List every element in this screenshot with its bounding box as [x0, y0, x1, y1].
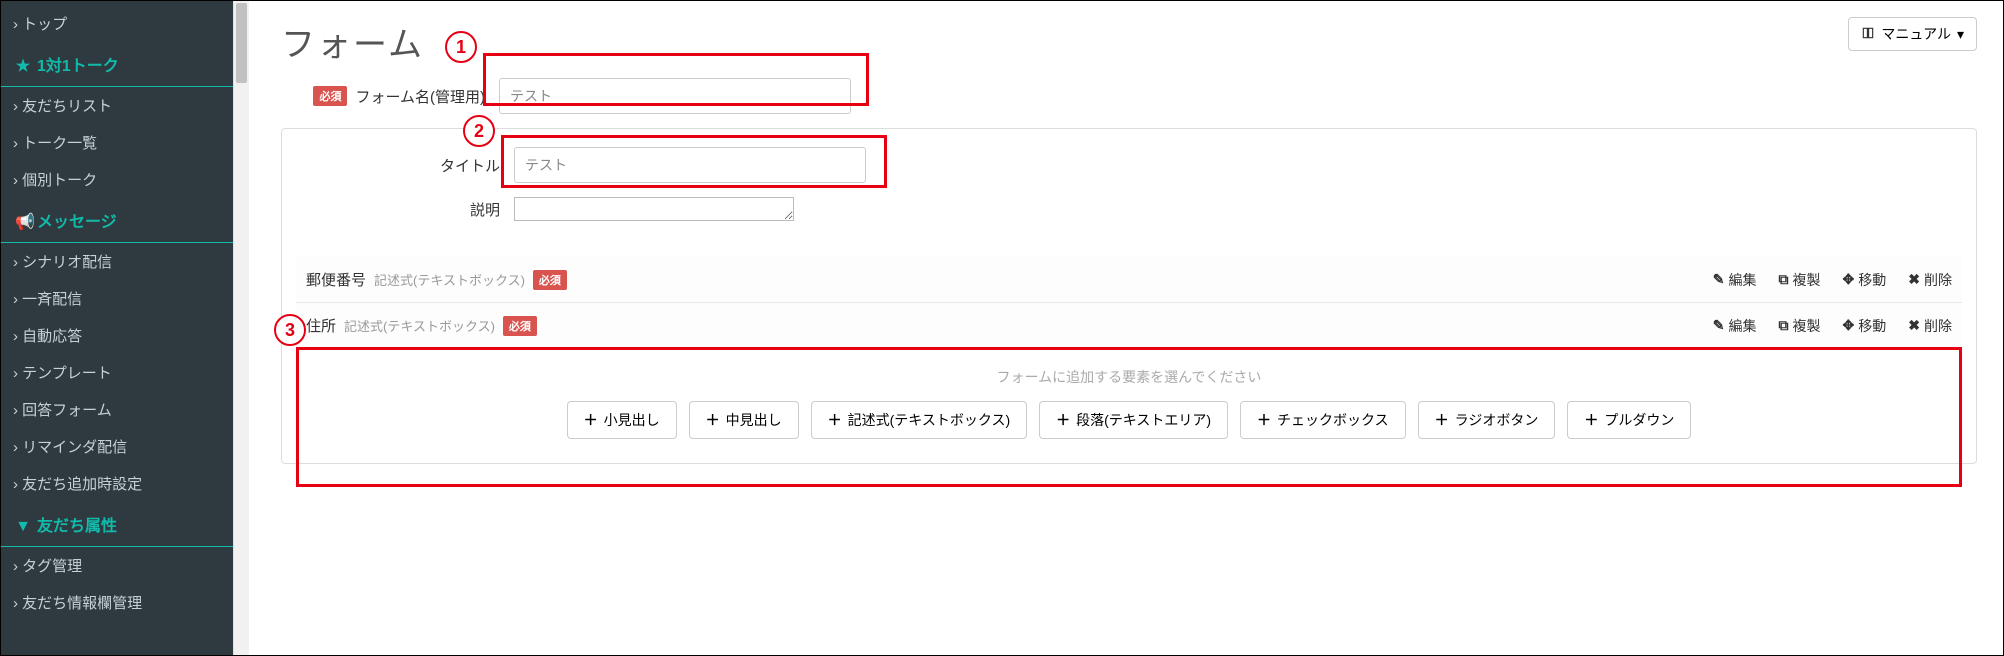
- copy-button[interactable]: ⧉複製: [1779, 316, 1821, 336]
- pencil-icon: ✎: [1713, 271, 1725, 288]
- form-name-label: フォーム名(管理用): [355, 86, 485, 107]
- move-label: 移動: [1858, 270, 1886, 290]
- sidebar-group-label: メッセージ: [37, 214, 117, 231]
- sidebar-item-autoreply[interactable]: 自動応答: [1, 317, 233, 354]
- edit-label: 編集: [1729, 316, 1757, 336]
- edit-label: 編集: [1729, 270, 1757, 290]
- scrollbar-thumb[interactable]: [236, 3, 247, 83]
- plus-icon: ＋: [706, 410, 720, 430]
- sidebar-group-label: 友だち属性: [37, 518, 117, 535]
- sidebar-item-answerform[interactable]: 回答フォーム: [1, 391, 233, 428]
- delete-label: 削除: [1924, 270, 1952, 290]
- plus-icon: ＋: [1435, 410, 1449, 430]
- sidebar-item-friendlist[interactable]: 友だちリスト: [1, 87, 233, 124]
- delete-button[interactable]: ✖削除: [1908, 270, 1952, 290]
- filter-icon: ▼: [15, 518, 31, 536]
- copy-label: 複製: [1793, 316, 1821, 336]
- move-button[interactable]: ✥移動: [1843, 270, 1887, 290]
- title-label: タイトル: [440, 155, 500, 176]
- add-element-section: フォームに追加する要素を選んでください ＋ 小見出し ＋ 中見出し ＋ 記述式(テキス…: [296, 349, 1962, 449]
- add-midheading-button[interactable]: ＋ 中見出し: [689, 401, 799, 439]
- add-subheading-button[interactable]: ＋ 小見出し: [567, 401, 677, 439]
- plus-icon: ＋: [584, 410, 598, 430]
- manual-label: マニュアル: [1881, 24, 1951, 44]
- title-input[interactable]: [514, 147, 866, 183]
- move-button[interactable]: ✥移動: [1843, 316, 1887, 336]
- required-badge: 必須: [503, 316, 537, 336]
- add-btn-label: チェックボックス: [1277, 410, 1389, 430]
- caret-down-icon: ▾: [1957, 26, 1964, 43]
- description-input[interactable]: [514, 197, 794, 221]
- plus-icon: ＋: [828, 410, 842, 430]
- add-radio-button[interactable]: ＋ ラジオボタン: [1418, 401, 1556, 439]
- add-textbox-button[interactable]: ＋ 記述式(テキストボックス): [811, 401, 1027, 439]
- sidebar-item-individual[interactable]: 個別トーク: [1, 161, 233, 198]
- field-title: 住所: [306, 315, 336, 336]
- page-title: フォーム: [281, 17, 1977, 66]
- edit-button[interactable]: ✎編集: [1713, 316, 1757, 336]
- move-label: 移動: [1858, 316, 1886, 336]
- copy-icon: ⧉: [1779, 317, 1789, 334]
- sidebar: トップ ★ 1対1トーク 友だちリスト トーク一覧 個別トーク 📢 メッセージ シナ…: [1, 1, 233, 655]
- edit-button[interactable]: ✎編集: [1713, 270, 1757, 290]
- sidebar-group-label: 1対1トーク: [37, 58, 119, 75]
- plus-icon: ＋: [1584, 410, 1598, 430]
- field-subtype: 記述式(テキストボックス): [344, 316, 495, 335]
- sidebar-item-scenario[interactable]: シナリオ配信: [1, 243, 233, 280]
- add-btn-label: ラジオボタン: [1455, 410, 1539, 430]
- copy-button[interactable]: ⧉複製: [1779, 270, 1821, 290]
- form-name-input[interactable]: [499, 78, 851, 114]
- plus-icon: ＋: [1257, 410, 1271, 430]
- delete-label: 削除: [1924, 316, 1952, 336]
- plus-icon: ＋: [1056, 410, 1070, 430]
- move-icon: ✥: [1843, 271, 1855, 288]
- sidebar-item-reminder[interactable]: リマインダ配信: [1, 428, 233, 465]
- sidebar-group-message[interactable]: 📢 メッセージ: [1, 198, 233, 243]
- required-badge: 必須: [313, 86, 347, 106]
- sidebar-item-template[interactable]: テンプレート: [1, 354, 233, 391]
- add-btn-label: 記述式(テキストボックス): [848, 410, 1010, 430]
- sidebar-item-broadcast[interactable]: 一斉配信: [1, 280, 233, 317]
- sidebar-group-talk[interactable]: ★ 1対1トーク: [1, 42, 233, 87]
- move-icon: ✥: [1843, 317, 1855, 334]
- copy-label: 複製: [1793, 270, 1821, 290]
- add-btn-label: 中見出し: [726, 410, 782, 430]
- add-btn-label: 小見出し: [604, 410, 660, 430]
- field-title: 郵便番号: [306, 269, 366, 290]
- sidebar-group-attributes[interactable]: ▼ 友だち属性: [1, 502, 233, 547]
- add-textarea-button[interactable]: ＋ 段落(テキストエリア): [1039, 401, 1228, 439]
- book-icon: [1861, 26, 1875, 43]
- field-row-address: 住所 記述式(テキストボックス) 必須 ✎編集 ⧉複製 ✥移動 ✖削除: [296, 303, 1962, 349]
- close-icon: ✖: [1908, 271, 1920, 288]
- sidebar-item-talklist[interactable]: トーク一覧: [1, 124, 233, 161]
- copy-icon: ⧉: [1779, 271, 1789, 288]
- field-row-postal: 郵便番号 記述式(テキストボックス) 必須 ✎編集 ⧉複製 ✥移動 ✖削除: [296, 257, 1962, 303]
- add-prompt: フォームに追加する要素を選んでください: [306, 367, 1952, 387]
- megaphone-icon: 📢: [15, 212, 31, 232]
- form-panel: 2 タイトル 説明 郵便番号 記述式(テキストボックス): [281, 128, 1977, 464]
- field-subtype: 記述式(テキストボックス): [374, 270, 525, 289]
- sidebar-item-friendadd[interactable]: 友だち追加時設定: [1, 465, 233, 502]
- scrollbar[interactable]: [233, 1, 249, 655]
- annotation-circle-2: 2: [463, 115, 495, 147]
- pencil-icon: ✎: [1713, 317, 1725, 334]
- required-badge: 必須: [533, 270, 567, 290]
- delete-button[interactable]: ✖削除: [1908, 316, 1952, 336]
- add-checkbox-button[interactable]: ＋ チェックボックス: [1240, 401, 1406, 439]
- sidebar-item-friendinfo[interactable]: 友だち情報欄管理: [1, 584, 233, 621]
- sidebar-item-top[interactable]: トップ: [1, 5, 233, 42]
- manual-button[interactable]: マニュアル ▾: [1848, 17, 1977, 51]
- main-content: フォーム マニュアル ▾ 1 必須 フォーム名(管理用) 2: [249, 1, 2003, 655]
- star-icon: ★: [15, 56, 31, 76]
- close-icon: ✖: [1908, 317, 1920, 334]
- add-btn-label: 段落(テキストエリア): [1076, 410, 1211, 430]
- add-btn-label: プルダウン: [1604, 410, 1674, 430]
- add-pulldown-button[interactable]: ＋ プルダウン: [1567, 401, 1691, 439]
- sidebar-item-tags[interactable]: タグ管理: [1, 547, 233, 584]
- description-label: 説明: [470, 199, 500, 220]
